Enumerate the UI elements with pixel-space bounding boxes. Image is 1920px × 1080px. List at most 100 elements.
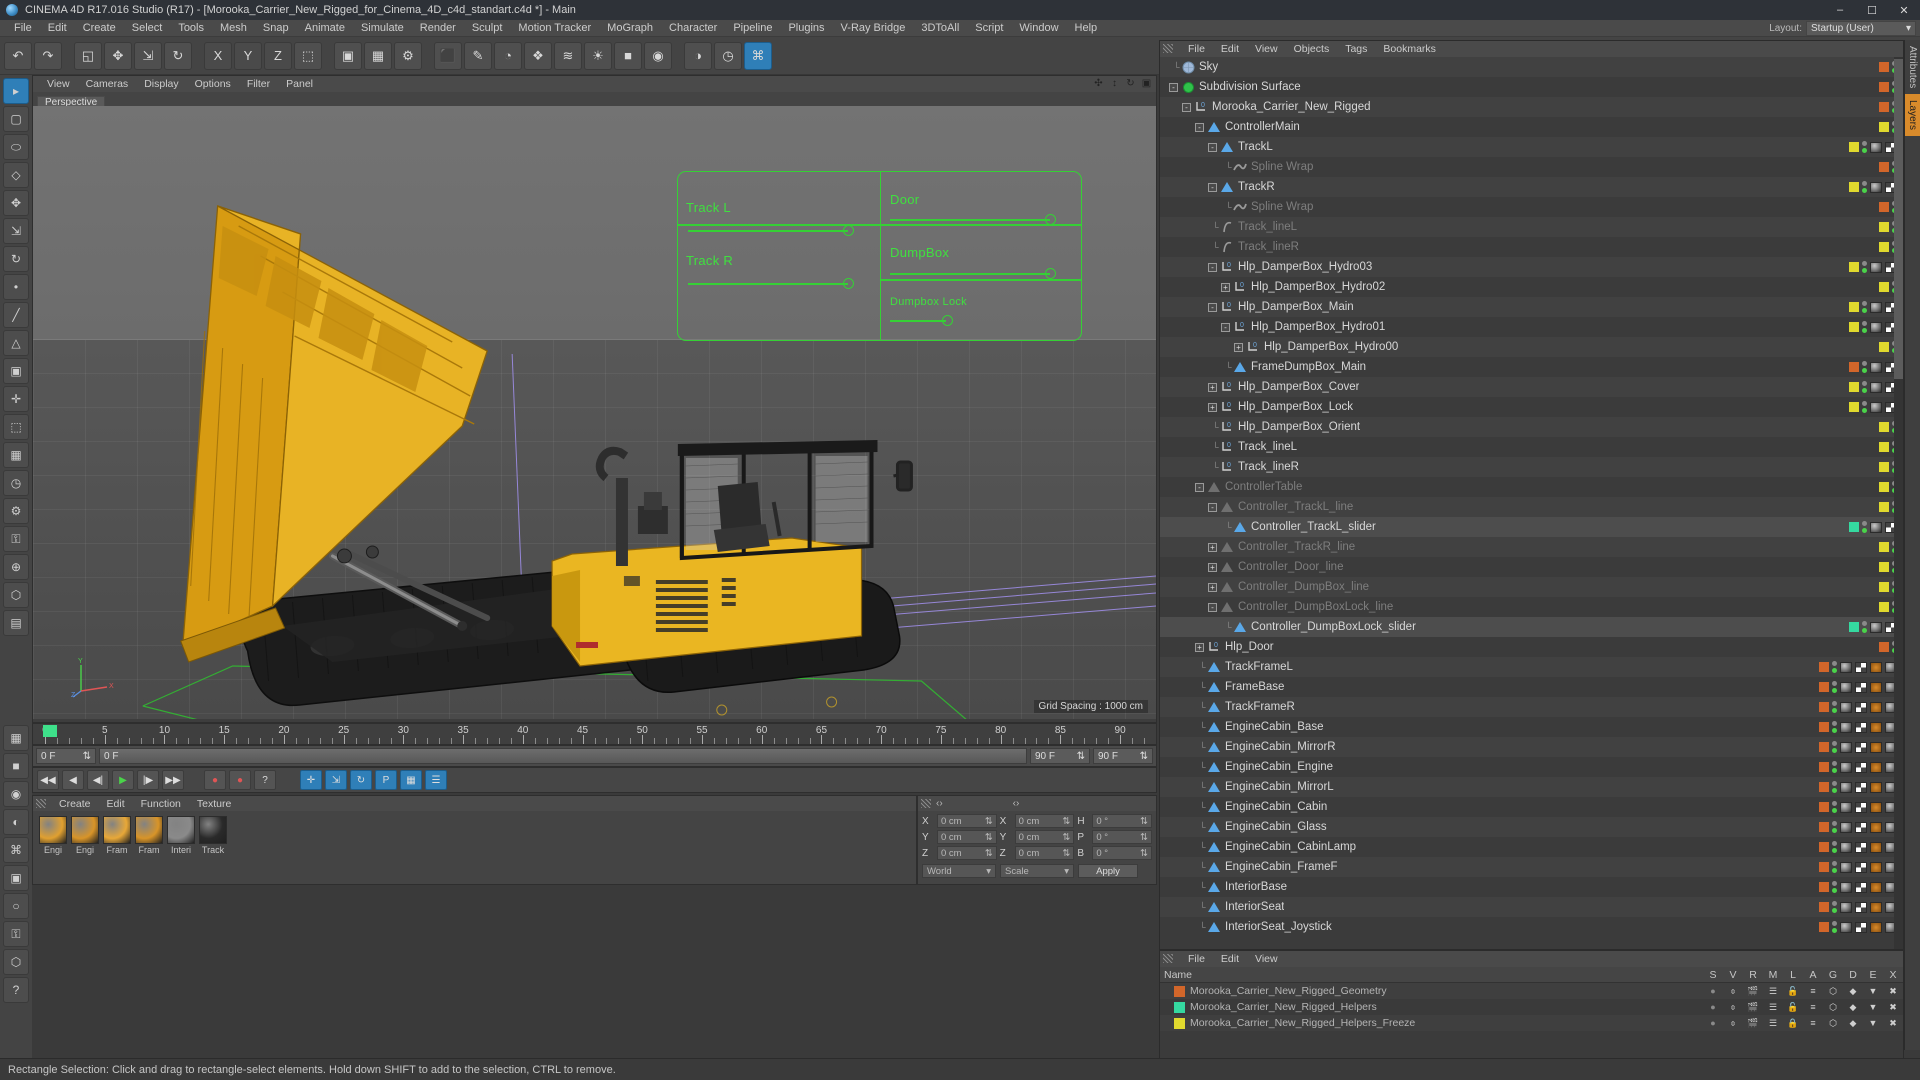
object-tag-icon[interactable] [1855, 721, 1867, 733]
layer-color-chip[interactable] [1849, 362, 1859, 372]
menu-item-mograph[interactable]: MoGraph [599, 20, 661, 37]
enable-axis-icon[interactable]: ⚙ [3, 498, 29, 524]
object-row[interactable]: └ EngineCabin_MirrorL [1160, 777, 1903, 797]
end-frame-field-2[interactable]: 90 F ⇅ [1093, 748, 1153, 764]
material-item[interactable]: Track [199, 816, 227, 855]
tree-expander[interactable]: - [1208, 502, 1217, 512]
layer-toggle-deformer[interactable]: ◆ [1843, 986, 1863, 997]
object-tag-icon[interactable] [1870, 921, 1882, 933]
timeline-playhead[interactable] [43, 725, 57, 737]
apply-button[interactable]: Apply [1078, 864, 1138, 878]
layer-toggle-expression[interactable]: ▼ [1863, 1002, 1883, 1012]
scale-icon[interactable]: ⇲ [134, 41, 162, 70]
object-tag-icon[interactable] [1855, 681, 1867, 693]
layer-toggle-manager[interactable]: ☰ [1763, 1002, 1783, 1013]
current-frame-field[interactable]: 0 F ⇅ [36, 748, 96, 764]
object-tag-icon[interactable] [1840, 821, 1852, 833]
material-item[interactable]: Fram [135, 816, 163, 855]
menu-item-animate[interactable]: Animate [297, 20, 353, 37]
lasso-icon[interactable]: ⬭ [3, 134, 29, 160]
menu-item-motion-tracker[interactable]: Motion Tracker [510, 20, 599, 37]
object-row[interactable]: └ EngineCabin_FrameF [1160, 857, 1903, 877]
layer-color-chip[interactable] [1879, 202, 1889, 212]
layer-toggle-manager[interactable]: ☰ [1763, 1018, 1783, 1029]
polygon-mode-icon[interactable]: △ [3, 330, 29, 356]
move-tool-icon[interactable]: ✥ [3, 190, 29, 216]
array-icon[interactable]: ❖ [524, 41, 552, 70]
layer-color-chip[interactable] [1819, 662, 1829, 672]
animate-mode-icon[interactable]: ◷ [3, 470, 29, 496]
axis-y-icon[interactable]: Y [234, 41, 262, 70]
layer-row[interactable]: Morooka_Carrier_New_Rigged_Helpers_Freez… [1160, 1015, 1903, 1031]
layer-color-chip[interactable] [1819, 782, 1829, 792]
layer-toggle-expression[interactable]: ▼ [1863, 986, 1883, 996]
object-tag-icon[interactable] [1840, 881, 1852, 893]
object-tag-icon[interactable] [1840, 681, 1852, 693]
material-menu-function[interactable]: Function [133, 798, 189, 810]
object-row[interactable]: - 0 Hlp_DamperBox_Main [1160, 297, 1903, 317]
model-mode-icon[interactable]: ▣ [3, 358, 29, 384]
object-row[interactable]: └ Spline Wrap [1160, 157, 1903, 177]
material-menu-texture[interactable]: Texture [189, 798, 239, 810]
object-tag-icon[interactable] [1870, 401, 1882, 413]
object-row[interactable]: └ Track_lineR [1160, 237, 1903, 257]
polygon-select-icon[interactable]: ◇ [3, 162, 29, 188]
viewport-menu-display[interactable]: Display [136, 78, 186, 90]
spinner-icon[interactable]: ⇅ [1062, 848, 1070, 859]
undo-icon[interactable]: ↶ [4, 41, 32, 70]
object-tag-icon[interactable] [1870, 781, 1882, 793]
object-row[interactable]: └ Controller_TrackL_slider [1160, 517, 1903, 537]
texture-mode-icon[interactable]: ⬚ [3, 414, 29, 440]
record-button[interactable]: ● [204, 770, 226, 790]
tree-expander[interactable]: - [1221, 322, 1230, 332]
menu-item-edit[interactable]: Edit [40, 20, 75, 37]
menu-item-simulate[interactable]: Simulate [353, 20, 412, 37]
workplane-icon[interactable]: ▤ [3, 610, 29, 636]
menu-item-plugins[interactable]: Plugins [780, 20, 832, 37]
object-row[interactable]: +0 Hlp_DamperBox_Cover [1160, 377, 1903, 397]
material-swatch[interactable] [167, 816, 195, 844]
rotate-icon[interactable]: ↻ [164, 41, 192, 70]
material-menu-edit[interactable]: Edit [99, 798, 133, 810]
object-tag-icon[interactable] [1870, 261, 1882, 273]
key-scale-button[interactable]: ⇲ [325, 770, 347, 790]
layer-color-chip[interactable] [1879, 542, 1889, 552]
spinner-icon-2[interactable]: ⇅ [1077, 751, 1085, 762]
object-tag-icon[interactable] [1855, 881, 1867, 893]
tree-expander[interactable]: - [1195, 122, 1204, 132]
object-tag-icon[interactable] [1870, 841, 1882, 853]
material-menu-create[interactable]: Create [51, 798, 99, 810]
coord-size-field-0[interactable]: 0 cm ⇅ [1014, 814, 1075, 828]
tree-expander[interactable]: + [1208, 382, 1217, 392]
layer-toggle-expression[interactable]: ▼ [1863, 1018, 1883, 1028]
right-tab-attributes[interactable]: Attributes [1905, 40, 1920, 94]
tree-expander[interactable]: + [1195, 642, 1204, 652]
layer-color-chip[interactable] [1879, 502, 1889, 512]
render-region-icon[interactable]: ▦ [364, 41, 392, 70]
layer-color-chip[interactable] [1849, 402, 1859, 412]
object-row[interactable]: └ EngineCabin_Glass [1160, 817, 1903, 837]
layer-color-chip[interactable] [1819, 822, 1829, 832]
move-view-icon[interactable]: ✣ [1092, 77, 1105, 90]
scene-icon[interactable]: ☀ [584, 41, 612, 70]
object-row[interactable]: - 0 Hlp_DamperBox_Hydro01 [1160, 317, 1903, 337]
tree-expander[interactable]: - [1182, 102, 1191, 112]
object-tag-icon[interactable] [1870, 681, 1882, 693]
layer-toggle-xpresso[interactable]: ✖ [1883, 1018, 1903, 1029]
layer-toggle-lock[interactable]: 🔒 [1783, 1018, 1803, 1029]
object-tag-icon[interactable] [1870, 141, 1882, 153]
object-row[interactable]: └ 0 Track_lineL [1160, 437, 1903, 457]
object-tag-icon[interactable] [1840, 721, 1852, 733]
object-row[interactable]: └ FrameDumpBox_Main [1160, 357, 1903, 377]
object-row[interactable]: + Controller_DumpBox_line [1160, 577, 1903, 597]
spinner-icon-3[interactable]: ⇅ [1140, 751, 1148, 762]
spinner-icon[interactable]: ⇅ [985, 816, 993, 827]
object-row[interactable]: └ Track_lineL [1160, 217, 1903, 237]
layer-color-chip[interactable] [1849, 382, 1859, 392]
object-tag-icon[interactable] [1855, 841, 1867, 853]
layer-color-chip[interactable] [1819, 862, 1829, 872]
material-swatch[interactable] [199, 816, 227, 844]
layer-toggle-solo[interactable]: ● [1703, 1018, 1723, 1028]
render-view-icon[interactable]: ▣ [334, 41, 362, 70]
tree-expander[interactable]: + [1208, 582, 1217, 592]
